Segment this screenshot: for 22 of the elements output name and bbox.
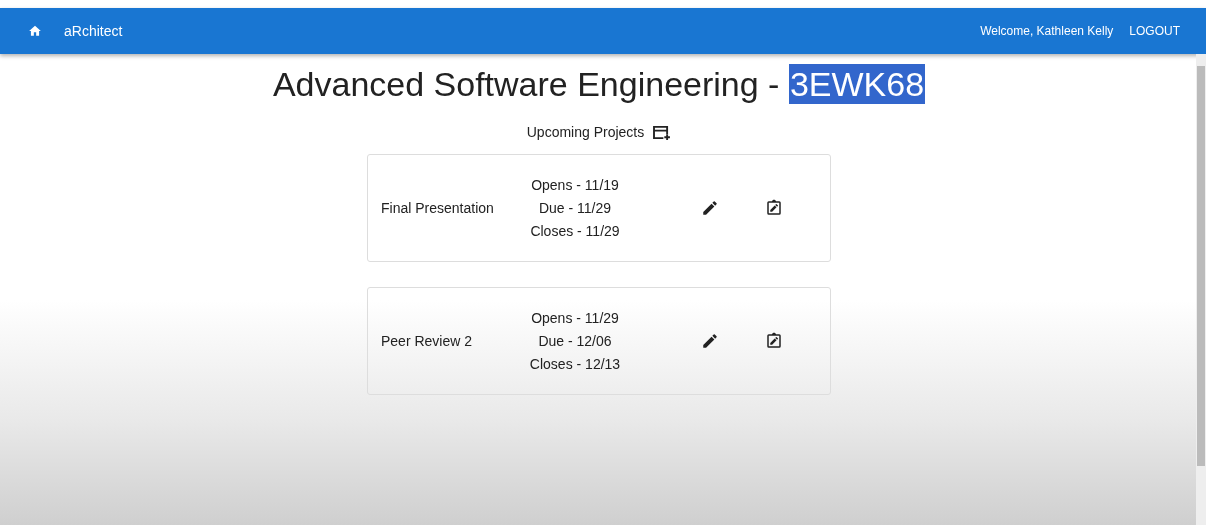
welcome-text: Welcome, Kathleen Kelly (980, 24, 1114, 38)
opens-date: Opens - 11/19 (531, 177, 619, 193)
course-title: Advanced Software Engineering - (272, 64, 781, 104)
due-date: Due - 12/06 (538, 333, 612, 349)
edit-icon[interactable] (701, 332, 719, 350)
section-title: Upcoming Projects (526, 124, 645, 140)
home-icon[interactable] (28, 24, 42, 38)
clipboard-edit-icon[interactable] (765, 332, 783, 350)
project-name: Peer Review 2 (381, 333, 474, 349)
project-name: Final Presentation (381, 200, 495, 216)
edit-icon[interactable] (701, 199, 719, 217)
closes-date: Closes - 11/29 (530, 223, 620, 239)
closes-date: Closes - 12/13 (529, 356, 621, 372)
logout-button[interactable]: LOGOUT (1125, 20, 1184, 42)
course-code: 3EWK68 (788, 64, 926, 104)
scrollbar[interactable] (1196, 54, 1206, 525)
due-date: Due - 11/29 (538, 200, 612, 216)
app-name[interactable]: aRchitect (64, 23, 123, 39)
clipboard-edit-icon[interactable] (765, 199, 783, 217)
scrollbar-thumb[interactable] (1197, 66, 1205, 466)
opens-date: Opens - 11/29 (531, 310, 619, 326)
add-project-icon[interactable] (652, 124, 672, 140)
